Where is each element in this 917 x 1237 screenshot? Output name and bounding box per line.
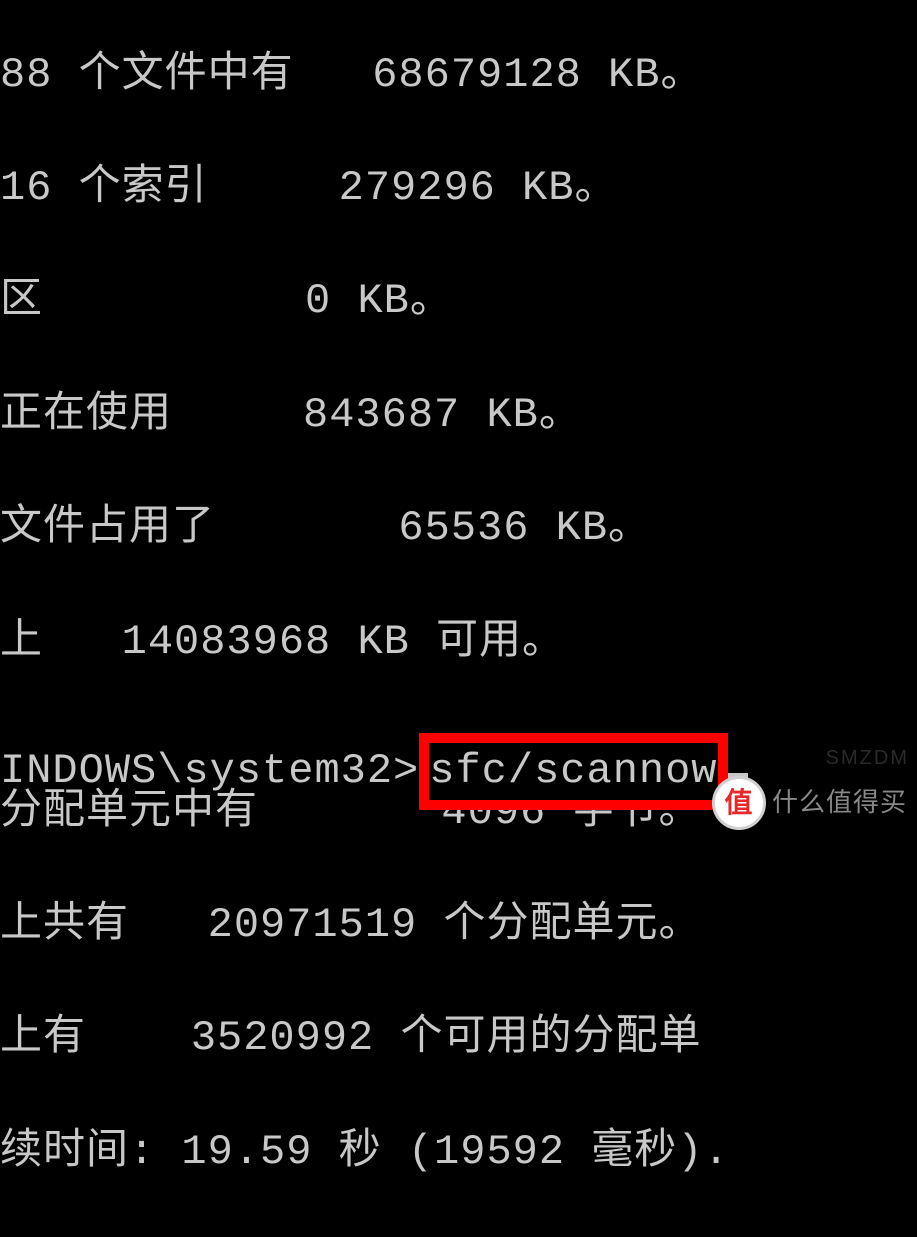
output-line: 续时间: 19.59 秒 (19592 毫秒). (0, 1124, 917, 1181)
output-line: 区 0 KB。 (0, 273, 917, 330)
command-prompt-line[interactable]: INDOWS\system32>sfc/scannow (0, 733, 748, 810)
badge-label: 什么值得买 (772, 785, 907, 820)
output-line: 上共有 20971519 个分配单元。 (0, 897, 917, 954)
command-text: sfc/scannow (429, 743, 717, 800)
terminal-output: 88 个文件中有 68679128 KB。 16 个索引 279296 KB。 … (0, 0, 917, 1237)
output-line: 16 个索引 279296 KB。 (0, 160, 917, 217)
output-line: 上有 3520992 个可用的分配单 (0, 1010, 917, 1067)
prompt-path: INDOWS\system32> (0, 747, 419, 795)
corner-watermark: SMZDM (826, 745, 909, 772)
site-watermark: 值 什么值得买 (712, 776, 907, 830)
output-line: 文件占用了 65536 KB。 (0, 500, 917, 557)
badge-char: 值 (724, 784, 753, 822)
badge-icon: 值 (712, 776, 766, 830)
command-highlight: sfc/scannow (419, 733, 727, 810)
output-line: 正在使用 843687 KB。 (0, 387, 917, 444)
output-line: 88 个文件中有 68679128 KB。 (0, 47, 917, 104)
output-line: 上 14083968 KB 可用。 (0, 614, 917, 671)
